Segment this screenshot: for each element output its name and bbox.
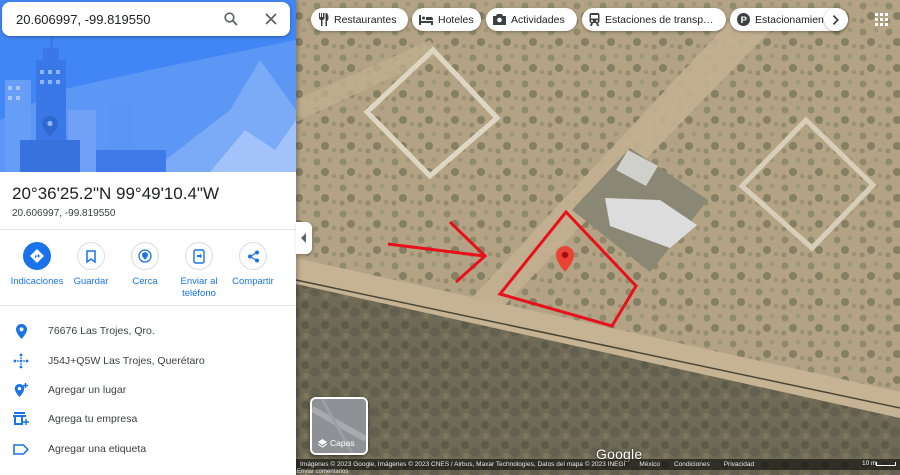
search-icon: [224, 12, 238, 26]
apps-grid-icon[interactable]: [870, 8, 892, 30]
add-label-text: Agregar una etiqueta: [48, 443, 147, 455]
clear-search-button[interactable]: [258, 6, 284, 32]
add-place-icon: [14, 382, 28, 397]
feedback-link[interactable]: Enviar comentarios: [297, 469, 348, 475]
parking-icon: P: [737, 13, 750, 26]
action-label: Cerca: [132, 276, 158, 287]
chip-hotels[interactable]: Hoteles: [412, 8, 481, 31]
hotel-icon: [419, 14, 433, 25]
chip-label: Estaciones de transp…: [605, 13, 714, 26]
action-label: Enviar al teléfono: [180, 276, 218, 299]
chip-label: Hoteles: [438, 13, 474, 26]
privacy-link[interactable]: Privacidad: [724, 461, 754, 468]
chip-label: Estacionamien: [755, 13, 824, 26]
transit-icon: [589, 13, 600, 26]
share-button[interactable]: Compartir: [222, 242, 284, 288]
place-title: 20°36'25.2"N 99°49'10.4"W: [12, 184, 220, 203]
close-icon: [265, 13, 277, 25]
chevron-right-icon: [832, 14, 839, 25]
search-input[interactable]: [16, 2, 206, 36]
restaurant-icon: [319, 13, 329, 26]
action-label: Compartir: [232, 276, 274, 287]
chip-activities[interactable]: Actividades: [486, 8, 577, 31]
directions-icon: [30, 249, 44, 263]
chip-restaurants[interactable]: Restaurantes: [311, 8, 408, 31]
label-icon: [13, 443, 29, 455]
nearby-button[interactable]: Cerca: [114, 242, 176, 288]
add-business-text: Agrega tu empresa: [48, 413, 138, 425]
directions-button[interactable]: Indicaciones: [6, 242, 68, 288]
layers-label-wrap: Capas: [318, 438, 355, 448]
add-label-row[interactable]: Agregar una etiqueta: [0, 434, 296, 463]
location-pin-icon: [15, 323, 27, 339]
country-link[interactable]: México: [639, 461, 660, 468]
terms-link[interactable]: Condiciones: [674, 461, 710, 468]
plus-code-icon: [13, 353, 29, 369]
place-decimal-coordinates: 20.606997, -99.819550: [12, 208, 116, 219]
chips-next-button[interactable]: [824, 8, 848, 31]
svg-text:P: P: [741, 15, 748, 26]
scale-bar: [876, 462, 896, 466]
plus-code-text: J54J+Q5W Las Trojes, Querétaro: [48, 355, 205, 367]
send-to-phone-icon: [193, 248, 205, 264]
layers-label: Capas: [330, 438, 355, 448]
divider: [0, 305, 296, 306]
action-label: Guardar: [73, 276, 109, 287]
search-button[interactable]: [218, 6, 244, 32]
chevron-left-icon: [301, 233, 306, 243]
chip-label: Restaurantes: [334, 13, 397, 26]
layers-icon: [318, 438, 327, 448]
chip-transit[interactable]: Estaciones de transp…: [582, 8, 726, 31]
plus-code-row[interactable]: J54J+Q5W Las Trojes, Querétaro: [0, 346, 296, 375]
add-business-row[interactable]: Agrega tu empresa: [0, 404, 296, 433]
attribution-text: Imágenes © 2023 Google, Imágenes © 2023 …: [300, 461, 626, 468]
share-icon: [247, 250, 259, 262]
divider: [0, 229, 296, 230]
add-place-text: Agregar un lugar: [48, 384, 127, 396]
address-text: 76676 Las Trojes, Qro.: [48, 325, 155, 337]
location-marker-icon[interactable]: [556, 246, 574, 272]
address-row[interactable]: 76676 Las Trojes, Qro.: [0, 316, 296, 345]
layers-button[interactable]: Capas: [310, 397, 368, 455]
nearby-icon: [138, 249, 152, 263]
store-icon: [13, 412, 29, 425]
save-button[interactable]: Guardar: [60, 242, 122, 288]
action-label: Indicaciones: [10, 276, 64, 287]
place-panel: 20°36'25.2"N 99°49'10.4"W 20.606997, -99…: [0, 0, 296, 475]
search-box: [2, 2, 290, 36]
bookmark-icon: [86, 249, 96, 263]
map-footer: Imágenes © 2023 Google, Imágenes © 2023 …: [296, 459, 900, 470]
camera-icon: [493, 14, 506, 25]
scale-label[interactable]: 10 m: [862, 460, 876, 467]
send-to-phone-button[interactable]: Enviar al teléfono: [168, 242, 230, 300]
collapse-panel-button[interactable]: [296, 222, 312, 254]
chip-label: Actividades: [511, 13, 565, 26]
add-place-row[interactable]: Agregar un lugar: [0, 375, 296, 404]
